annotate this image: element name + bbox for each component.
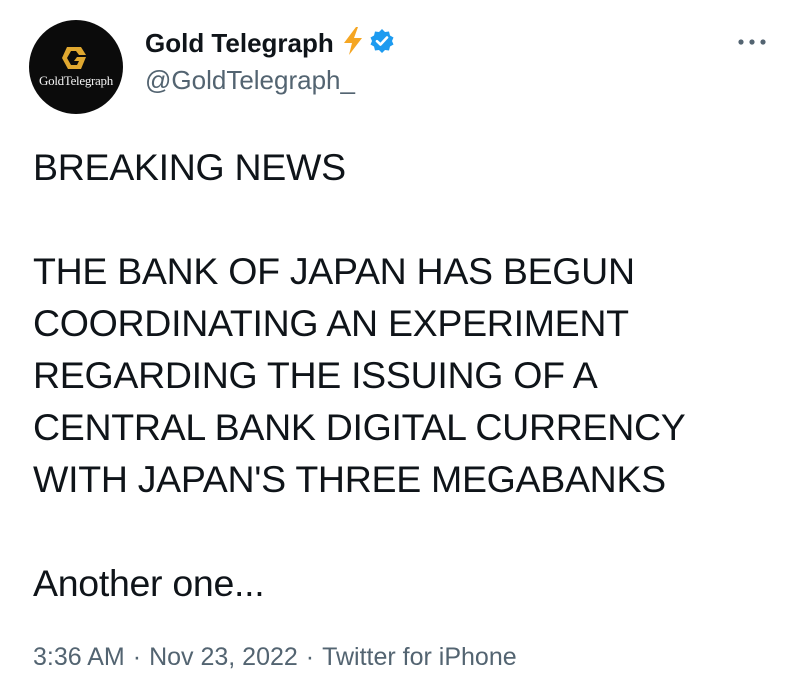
tweet-line: THE BANK OF JAPAN HAS BEGUN xyxy=(33,250,635,292)
tweet-line: Another one... xyxy=(33,562,265,604)
verified-badge-icon xyxy=(369,28,395,59)
lightning-bolt-icon xyxy=(342,26,364,60)
separator: · xyxy=(305,643,315,671)
more-options-button[interactable] xyxy=(732,30,772,54)
gold-telegraph-logo-icon xyxy=(62,47,86,69)
tweet-line: CENTRAL BANK DIGITAL CURRENCY xyxy=(33,406,686,448)
more-horizontal-icon xyxy=(738,39,766,45)
avatar-logo-text: GoldTelegraph xyxy=(39,73,113,88)
author-handle[interactable]: @GoldTelegraph_ xyxy=(145,64,355,96)
tweet-text: BREAKING NEWS THE BANK OF JAPAN HAS BEGU… xyxy=(33,141,778,609)
tweet-time[interactable]: 3:36 AM xyxy=(33,643,125,671)
tweet-line: COORDINATING AN EXPERIMENT xyxy=(33,302,629,344)
tweet-line: WITH JAPAN'S THREE MEGABANKS xyxy=(33,458,666,500)
tweet-source[interactable]: Twitter for iPhone xyxy=(322,643,517,671)
tweet-metadata: 3:36 AM · Nov 23, 2022 · Twitter for iPhone xyxy=(33,640,517,674)
tweet-line-break xyxy=(33,193,778,245)
display-name[interactable]: Gold Telegraph xyxy=(145,27,334,59)
tweet-line-break xyxy=(33,505,778,557)
tweet-line: REGARDING THE ISSUING OF A xyxy=(33,354,598,396)
separator: · xyxy=(132,643,142,671)
avatar[interactable]: GoldTelegraph xyxy=(29,20,123,114)
author-name-row: Gold Telegraph xyxy=(145,26,395,60)
tweet-line: BREAKING NEWS xyxy=(33,146,346,188)
tweet-date[interactable]: Nov 23, 2022 xyxy=(149,643,298,671)
